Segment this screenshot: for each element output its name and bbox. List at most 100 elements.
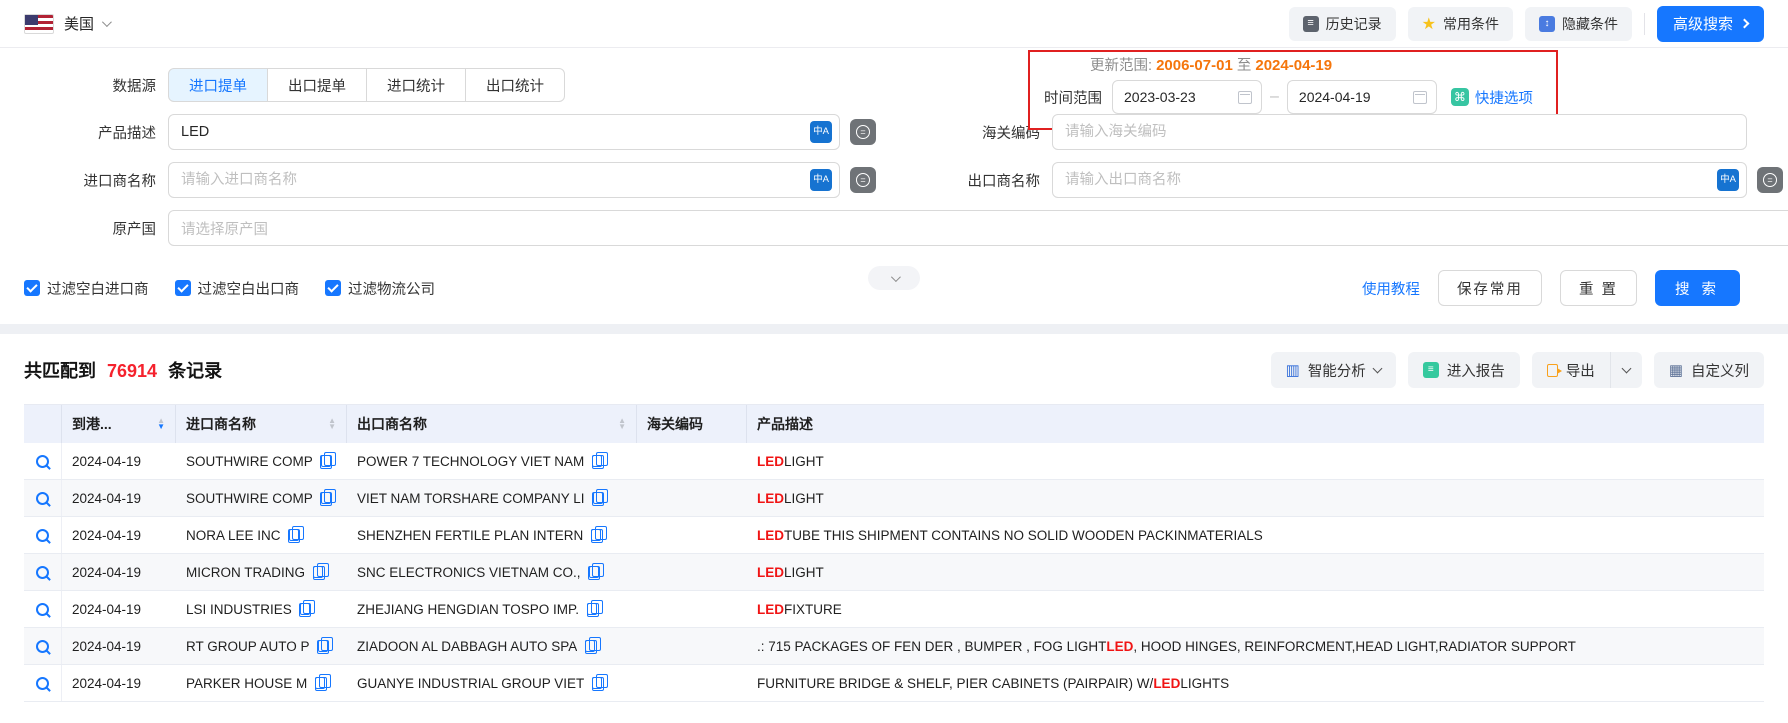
sort-icons[interactable]: ▲▼ (618, 418, 626, 430)
hide-conditions-button[interactable]: ↕ 隐藏条件 (1525, 7, 1632, 41)
header-arrival-date[interactable]: 到港... ▲▼ (62, 405, 176, 443)
end-date-input[interactable]: 2024-04-19 (1287, 80, 1437, 114)
search-detail-icon[interactable] (36, 677, 49, 690)
product-desc-input[interactable] (168, 114, 840, 150)
product-desc-row: 产品描述 中A = 海关编码 (0, 114, 1764, 150)
copy-icon[interactable] (589, 566, 599, 578)
desc-text: FIXTURE (784, 602, 842, 617)
importer-name-cell-text[interactable]: RT GROUP AUTO P (186, 639, 310, 654)
search-detail-icon[interactable] (36, 529, 49, 542)
desc-text: LIGHT (784, 454, 824, 469)
save-common-button[interactable]: 保存常用 (1438, 270, 1542, 306)
search-button[interactable]: 搜 索 (1655, 270, 1740, 306)
copy-icon[interactable] (300, 603, 310, 615)
copy-icon[interactable] (592, 677, 602, 689)
checkbox-label: 过滤物流公司 (348, 278, 435, 299)
advanced-search-button[interactable]: 高级搜索 (1657, 6, 1764, 42)
hs-code-cell (637, 554, 747, 590)
sort-icons[interactable]: ▲▼ (157, 418, 165, 430)
exporter-name-cell-text[interactable]: POWER 7 TECHNOLOGY VIET NAM (357, 454, 584, 469)
exporter-input[interactable] (1052, 162, 1747, 198)
header-search-col (24, 405, 62, 443)
tab-export-stats[interactable]: 出口统计 (465, 68, 565, 102)
copy-icon[interactable] (289, 529, 299, 541)
exact-match-toggle[interactable]: = (850, 167, 876, 193)
translate-icon[interactable]: 中A (1717, 169, 1739, 191)
export-dropdown-button[interactable] (1610, 352, 1642, 388)
importer-name-cell-text[interactable]: SOUTHWIRE COMP (186, 491, 313, 506)
translate-icon[interactable]: 中A (810, 121, 832, 143)
importer-name-cell-text[interactable]: NORA LEE INC (186, 528, 281, 543)
checkbox-checked-icon[interactable] (24, 280, 40, 296)
exporter-name-cell-text[interactable]: SHENZHEN FERTILE PLAN INTERN (357, 528, 583, 543)
checkbox-filter-logistics[interactable]: 过滤物流公司 (325, 278, 435, 299)
checkbox-filter-blank-exporter[interactable]: 过滤空白出口商 (175, 278, 300, 299)
exporter-name-cell-text[interactable]: GUANYE INDUSTRIAL GROUP VIET (357, 676, 584, 691)
header-importer[interactable]: 进口商名称 ▲▼ (176, 405, 347, 443)
quick-options-button[interactable]: ⌘ 快捷选项 (1451, 87, 1533, 108)
hs-code-input[interactable] (1052, 114, 1747, 150)
importer-name-cell-text[interactable]: SOUTHWIRE COMP (186, 454, 313, 469)
results-section: 共匹配到 76914 条记录 ▥ 智能分析 ≡ 进入报告 导出 (0, 334, 1788, 702)
export-button[interactable]: 导出 (1532, 352, 1610, 388)
search-detail-icon[interactable] (36, 640, 49, 653)
custom-columns-button[interactable]: ▦ 自定义列 (1654, 352, 1764, 388)
sort-desc-icon[interactable]: ▼ (618, 424, 626, 430)
enter-report-button[interactable]: ≡ 进入报告 (1408, 352, 1520, 388)
history-button[interactable]: ≡ 历史记录 (1289, 7, 1396, 41)
exporter-name-cell-text[interactable]: ZIADOON AL DABBAGH AUTO SPA (357, 639, 577, 654)
exporter-name-cell-text[interactable]: VIET NAM TORSHARE COMPANY LI (357, 491, 585, 506)
start-date-input[interactable]: 2023-03-23 (1112, 80, 1262, 114)
checkbox-checked-icon[interactable] (325, 280, 341, 296)
copy-icon[interactable] (593, 492, 603, 504)
exact-match-toggle[interactable]: = (1757, 167, 1783, 193)
importer-name-cell: SOUTHWIRE COMP (176, 480, 347, 516)
sort-desc-icon[interactable]: ▼ (328, 424, 336, 430)
hs-code-cell (637, 628, 747, 664)
search-detail-icon[interactable] (36, 455, 49, 468)
desc-text: .: 715 PACKAGES OF FEN DER , BUMPER , FO… (757, 639, 1106, 654)
hs-code-cell (637, 591, 747, 627)
importer-name-cell-text[interactable]: PARKER HOUSE M (186, 676, 307, 691)
chevron-down-icon[interactable] (102, 17, 112, 27)
desc-text: FURNITURE BRIDGE & SHELF, PIER CABINETS … (757, 676, 1153, 691)
tab-import-bol[interactable]: 进口提单 (168, 68, 268, 102)
sort-icons[interactable]: ▲▼ (328, 418, 336, 430)
smart-analysis-button[interactable]: ▥ 智能分析 (1271, 352, 1396, 388)
copy-icon[interactable] (321, 492, 331, 504)
header-label: 进口商名称 (186, 414, 256, 434)
copy-icon[interactable] (587, 603, 597, 615)
favorite-conditions-button[interactable]: ★ 常用条件 (1408, 7, 1513, 41)
reset-button[interactable]: 重 置 (1560, 270, 1637, 306)
importer-name-cell-text[interactable]: MICRON TRADING (186, 565, 305, 580)
desc-text: LIGHTS (1180, 676, 1229, 691)
search-detail-icon[interactable] (36, 492, 49, 505)
origin-row: 原产国 请选择原产国 (0, 210, 1764, 246)
origin-select[interactable]: 请选择原产国 (168, 210, 1788, 246)
search-detail-icon[interactable] (36, 566, 49, 579)
sort-desc-icon[interactable]: ▼ (157, 424, 165, 430)
search-detail-icon[interactable] (36, 603, 49, 616)
copy-icon[interactable] (315, 677, 325, 689)
copy-icon[interactable] (313, 566, 323, 578)
copy-icon[interactable] (591, 529, 601, 541)
copy-icon[interactable] (318, 640, 328, 652)
tab-export-bol[interactable]: 出口提单 (267, 68, 367, 102)
checkbox-filter-blank-importer[interactable]: 过滤空白进口商 (24, 278, 149, 299)
desc-text: LIGHT (784, 565, 824, 580)
copy-icon[interactable] (585, 640, 595, 652)
tab-import-stats[interactable]: 进口统计 (366, 68, 466, 102)
copy-icon[interactable] (321, 455, 331, 467)
tutorial-link[interactable]: 使用教程 (1362, 278, 1420, 299)
exporter-name-cell-text[interactable]: SNC ELECTRONICS VIETNAM CO., (357, 565, 581, 580)
header-exporter[interactable]: 出口商名称 ▲▼ (347, 405, 637, 443)
importer-input[interactable] (168, 162, 840, 198)
exact-match-toggle[interactable]: = (850, 119, 876, 145)
exporter-name-cell-text[interactable]: ZHEJIANG HENGDIAN TOSPO IMP. (357, 602, 579, 617)
collapse-form-button[interactable] (868, 266, 920, 290)
translate-icon[interactable]: 中A (810, 169, 832, 191)
copy-icon[interactable] (592, 455, 602, 467)
checkbox-checked-icon[interactable] (175, 280, 191, 296)
importer-name-cell-text[interactable]: LSI INDUSTRIES (186, 602, 292, 617)
country-selector-label[interactable]: 美国 (64, 13, 94, 34)
